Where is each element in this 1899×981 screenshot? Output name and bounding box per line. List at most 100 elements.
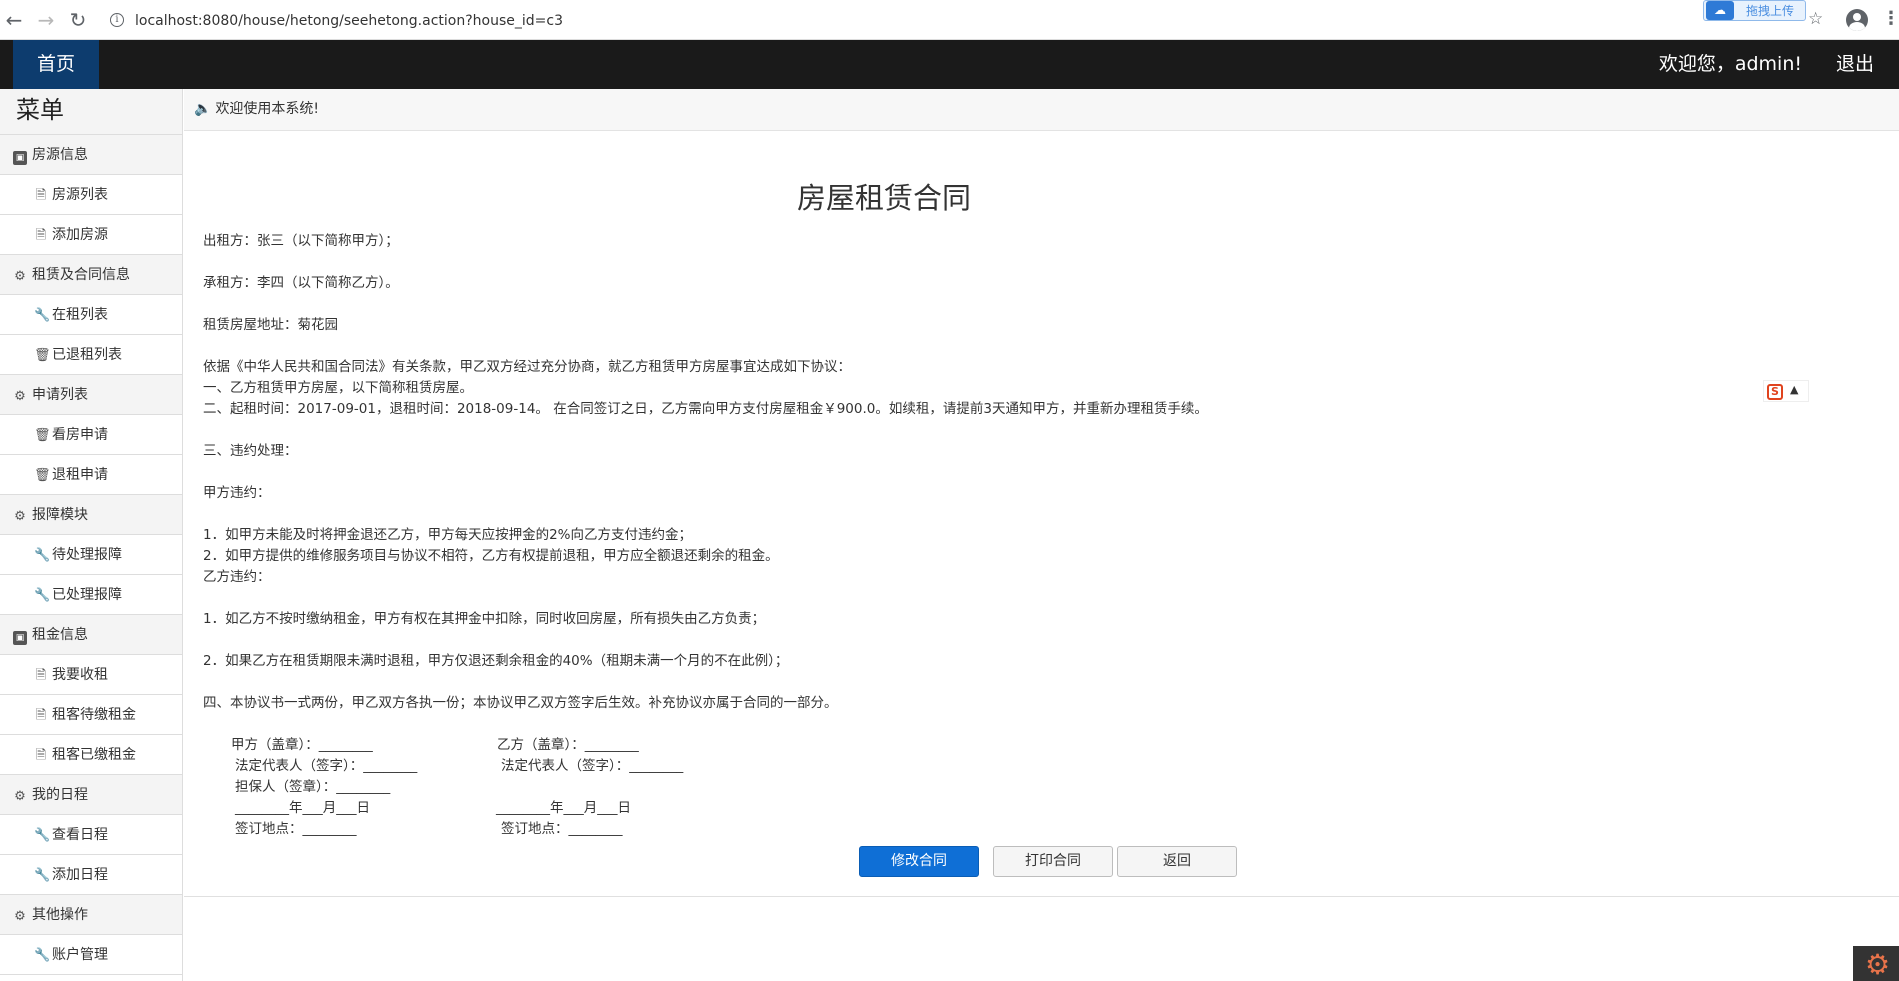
sidebar-item-viewing-requests[interactable]: 🗑看房申请 <box>0 415 182 455</box>
item-label: 我要收租 <box>52 667 108 683</box>
contract-panel: 房屋租赁合同 出租方：张三（以下简称甲方）； 承租方：李四（以下简称乙方）。 租… <box>184 131 1899 897</box>
group-label: 申请列表 <box>32 387 88 403</box>
home-link[interactable]: 首页 <box>13 40 99 89</box>
gear-icon: ⚙ <box>14 909 26 924</box>
contract-line: 甲方违约： <box>203 485 271 501</box>
party-b-legal-rep: 法定代表人（签字）：________ <box>501 758 684 774</box>
forward-arrow-icon[interactable]: → <box>34 8 58 32</box>
item-label: 已处理报障 <box>52 587 122 603</box>
sidebar-item-add-schedule[interactable]: 🔧 添加日程 <box>0 855 182 895</box>
trash-icon: 🗑 <box>34 428 51 443</box>
profile-avatar-icon[interactable] <box>1846 9 1868 31</box>
wrench-icon: 🔧 <box>34 828 51 843</box>
browser-toolbar: ← → ↻ i localhost:8080/house/hetong/seeh… <box>0 0 1899 40</box>
url-host: localhost <box>135 13 198 29</box>
contract-line: 一、乙方租赁甲方房屋，以下简称租赁房屋。 <box>203 380 473 396</box>
item-label: 添加日程 <box>52 867 108 883</box>
logout-link[interactable]: 退出 <box>1836 40 1874 89</box>
ime-toolbar[interactable]: S ▲ <box>1763 380 1809 402</box>
gear-icon: ⚙ <box>14 269 26 284</box>
sidebar-group-my-schedule[interactable]: ⚙ 我的日程 <box>0 775 182 815</box>
contract-line: 2．如果乙方在租赁期限未满时退租，甲方仅退还剩余租金的40%（租期未满一个月的不… <box>203 653 789 669</box>
item-label: 租客待缴租金 <box>52 707 136 723</box>
content-divider <box>184 896 1899 897</box>
party-b-date: ________年___月___日 <box>496 800 631 816</box>
sidebar-item-rent-due[interactable]: 🗎 租客待缴租金 <box>0 695 182 735</box>
wrench-icon: 🔧 <box>34 308 51 323</box>
speaker-icon: 🔈 <box>194 101 212 117</box>
address-bar[interactable]: localhost:8080/house/hetong/seehetong.ac… <box>135 8 563 34</box>
dropdown-arrows-icon: ▲ <box>1790 383 1799 396</box>
sidebar-menu: 菜单 ▣ 房源信息 🗎 房源列表 🗎 添加房源 ⚙ 租赁及合同信息 🔧 在租列表 🗑已退租… <box>0 89 183 981</box>
sidebar-item-handled-faults[interactable]: 🔧 已处理报障 <box>0 575 182 615</box>
back-button[interactable]: 返回 <box>1117 846 1237 877</box>
contract-title: 房屋租赁合同 <box>796 181 971 215</box>
sidebar-item-pending-faults[interactable]: 🔧 待处理报障 <box>0 535 182 575</box>
id-card-icon: ▣ <box>13 151 27 165</box>
sidebar-group-rent-info[interactable]: ▣ 租金信息 <box>0 615 182 655</box>
group-label: 租赁及合同信息 <box>32 267 130 283</box>
bookmark-star-icon[interactable]: ☆ <box>1808 9 1823 29</box>
upload-extension[interactable]: ☁ 拖拽上传 <box>1703 0 1806 21</box>
contract-line: 出租方：张三（以下简称甲方）； <box>203 233 399 249</box>
contract-line: 乙方违约： <box>203 569 271 585</box>
sidebar-item-return-requests[interactable]: 🗑退租申请 <box>0 455 182 495</box>
item-label: 待处理报障 <box>52 547 122 563</box>
item-label: 添加房源 <box>52 227 108 243</box>
item-label: 看房申请 <box>52 427 108 443</box>
group-label: 房源信息 <box>32 147 88 163</box>
file-icon: 🗎 <box>35 748 47 763</box>
sidebar-group-house-info[interactable]: ▣ 房源信息 <box>0 135 182 175</box>
back-arrow-icon[interactable]: ← <box>2 8 26 32</box>
site-info-icon[interactable]: i <box>110 13 124 27</box>
trash-icon: 🗑 <box>34 348 51 363</box>
sidebar-item-rent-paid[interactable]: 🗎 租客已缴租金 <box>0 735 182 775</box>
file-icon: 🗎 <box>35 708 47 723</box>
sidebar-item-add-house[interactable]: 🗎 添加房源 <box>0 215 182 255</box>
trash-icon: 🗑 <box>34 468 51 483</box>
item-label: 租客已缴租金 <box>52 747 136 763</box>
sidebar-group-fault-report[interactable]: ⚙ 报障模块 <box>0 495 182 535</box>
group-label: 其他操作 <box>32 907 88 923</box>
contract-line: 1．如甲方未能及时将押金退还乙方，甲方每天应按押金的2%向乙方支付违约金； <box>203 527 693 543</box>
party-a-seal: 甲方（盖章）：________ <box>231 737 373 753</box>
sidebar-item-collect-rent[interactable]: 🗎 我要收租 <box>0 655 182 695</box>
party-a-date: ________年___月___日 <box>235 800 370 816</box>
cloud-icon: ☁ <box>1706 1 1734 20</box>
file-icon: 🗎 <box>35 228 47 243</box>
item-label: 房源列表 <box>52 187 108 203</box>
wrench-icon: 🔧 <box>34 868 51 883</box>
sidebar-item-returned-list[interactable]: 🗑已退租列表 <box>0 335 182 375</box>
item-label: 在租列表 <box>52 307 108 323</box>
floating-widget[interactable]: ⚙ <box>1853 946 1899 981</box>
welcome-text: 欢迎您，admin! <box>1658 53 1802 75</box>
sidebar-group-lease-contract[interactable]: ⚙ 租赁及合同信息 <box>0 255 182 295</box>
contract-line: 三、违约处理： <box>203 443 298 459</box>
sidebar-item-house-list[interactable]: 🗎 房源列表 <box>0 175 182 215</box>
sidebar-group-applications[interactable]: ⚙ 申请列表 <box>0 375 182 415</box>
sidebar-item-account-management[interactable]: 🔧 账户管理 <box>0 935 182 975</box>
party-a-place: 签订地点：________ <box>235 821 357 837</box>
sidebar-group-other[interactable]: ⚙ 其他操作 <box>0 895 182 935</box>
item-label: 已退租列表 <box>52 347 122 363</box>
browser-menu-icon[interactable]: ⋮ <box>1882 8 1899 29</box>
reload-icon[interactable]: ↻ <box>66 8 90 32</box>
announcement-bar: 🔈 欢迎使用本系统! <box>184 89 1899 131</box>
sidebar-item-view-schedule[interactable]: 🔧 查看日程 <box>0 815 182 855</box>
party-a-legal-rep: 法定代表人（签字）：________ <box>235 758 418 774</box>
print-contract-button[interactable]: 打印合同 <box>993 846 1113 877</box>
contract-line: 承租方：李四（以下简称乙方）。 <box>203 275 399 291</box>
id-card-icon: ▣ <box>13 631 27 645</box>
contract-line: 依据《中华人民共和国合同法》有关条款，甲乙双方经过充分协商，就乙方租赁甲方房屋事… <box>203 359 851 375</box>
sidebar-item-renting-list[interactable]: 🔧 在租列表 <box>0 295 182 335</box>
edit-contract-button[interactable]: 修改合同 <box>859 846 979 877</box>
top-navbar: 首页 欢迎您，admin! 退出 <box>0 40 1899 89</box>
contract-line: 1．如乙方不按时缴纳租金，甲方有权在其押金中扣除，同时收回房屋，所有损失由乙方负… <box>203 611 766 627</box>
group-label: 租金信息 <box>32 627 88 643</box>
contract-line: 租赁房屋地址：菊花园 <box>203 317 338 333</box>
sogou-ime-icon: S <box>1767 384 1783 400</box>
file-icon: 🗎 <box>35 188 47 203</box>
wrench-icon: 🔧 <box>34 588 51 603</box>
wrench-icon: 🔧 <box>34 948 51 963</box>
group-label: 我的日程 <box>32 787 88 803</box>
